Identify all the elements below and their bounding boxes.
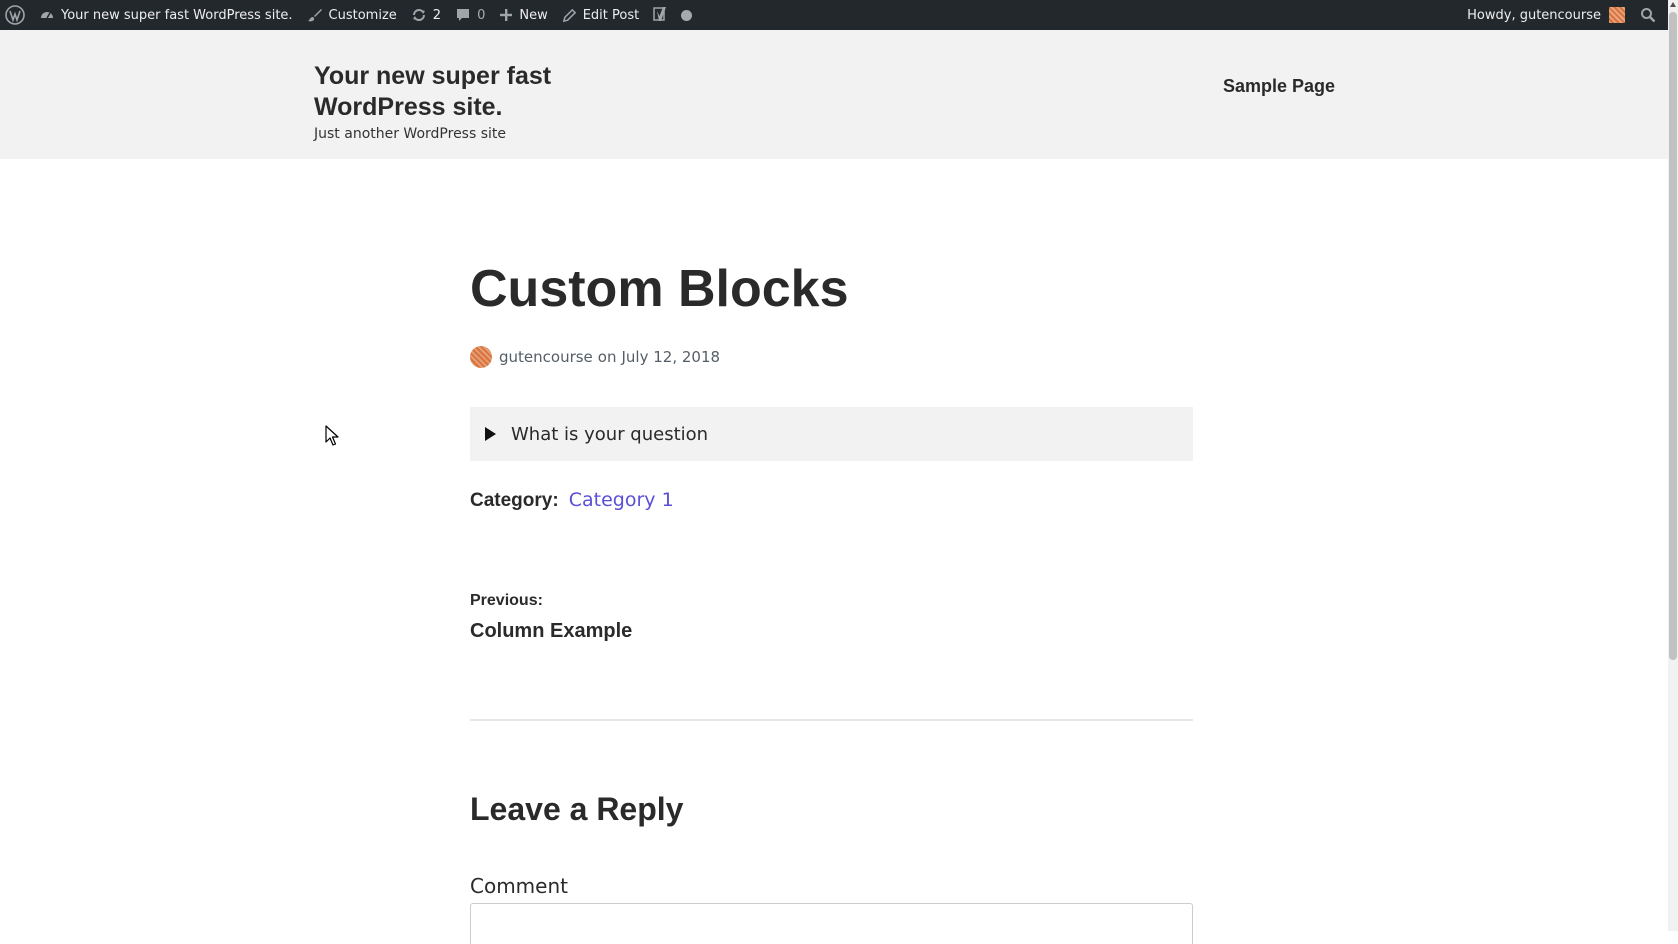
updates-link[interactable]: 2 — [404, 0, 448, 30]
my-account-menu[interactable]: Howdy, gutencourse — [1460, 0, 1632, 30]
details-summary: What is your question — [511, 423, 709, 445]
site-header: Your new super fast WordPress site. Just… — [0, 30, 1668, 159]
meta-on-text: on — [597, 348, 617, 366]
comments-link[interactable]: 0 — [448, 0, 492, 30]
post-date[interactable]: July 12, 2018 — [621, 348, 720, 366]
site-title[interactable]: Your new super fast WordPress site. — [314, 61, 604, 123]
site-name-menu[interactable]: Your new super fast WordPress site. — [32, 0, 300, 30]
admin-avatar — [1609, 7, 1625, 23]
disclosure-triangle-icon — [485, 427, 496, 441]
author-avatar — [470, 346, 492, 368]
previous-post-label: Previous: — [470, 592, 543, 609]
customize-label: Customize — [328, 7, 397, 23]
comment-label: Comment — [470, 874, 568, 898]
new-label: New — [519, 7, 548, 23]
section-divider — [470, 719, 1193, 721]
search-icon — [1641, 8, 1656, 23]
comments-count: 0 — [477, 7, 486, 23]
updates-count: 2 — [432, 7, 442, 23]
new-content-menu[interactable]: New — [492, 0, 554, 30]
admin-bar: Your new super fast WordPress site. Cust… — [0, 0, 1668, 30]
nav-sample-page[interactable]: Sample Page — [1223, 76, 1335, 97]
comment-bubble-icon — [457, 9, 470, 21]
dashboard-icon — [41, 12, 53, 19]
wordpress-logo-menu[interactable] — [0, 0, 32, 30]
pencil-icon — [562, 8, 576, 22]
seo-status-dot — [681, 9, 693, 21]
reply-title: Leave a Reply — [470, 791, 684, 827]
howdy-label: Howdy, gutencourse — [1467, 7, 1601, 23]
comment-textarea[interactable] — [470, 903, 1193, 944]
question-details-toggle[interactable]: What is your question — [470, 407, 1193, 461]
admin-search[interactable] — [1632, 0, 1668, 30]
previous-post-link[interactable]: Column Example — [470, 620, 632, 643]
scroll-up-arrow[interactable] — [1670, 2, 1676, 7]
plus-icon — [500, 9, 513, 21]
post-title: Custom Blocks — [470, 260, 849, 318]
author-link[interactable]: gutencourse — [499, 348, 593, 366]
updates-icon — [412, 9, 425, 21]
post-category: Category: Category 1 — [470, 489, 674, 512]
category-label: Category: — [470, 490, 559, 511]
customize-link[interactable]: Customize — [300, 0, 404, 30]
category-link[interactable]: Category 1 — [569, 489, 674, 511]
page-scrollbar[interactable] — [1668, 0, 1678, 931]
yoast-seo-menu[interactable] — [646, 0, 699, 30]
site-name-label: Your new super fast WordPress site. — [61, 7, 293, 23]
scroll-thumb[interactable] — [1669, 12, 1677, 660]
paintbrush-icon — [307, 9, 322, 22]
post-meta: gutencourse on July 12, 2018 — [470, 346, 720, 368]
site-description: Just another WordPress site — [314, 126, 507, 142]
yoast-icon — [653, 7, 667, 21]
wordpress-icon — [5, 5, 25, 25]
edit-post-label: Edit Post — [582, 7, 640, 23]
mouse-cursor-icon — [325, 425, 339, 446]
edit-post-link[interactable]: Edit Post — [555, 0, 647, 30]
